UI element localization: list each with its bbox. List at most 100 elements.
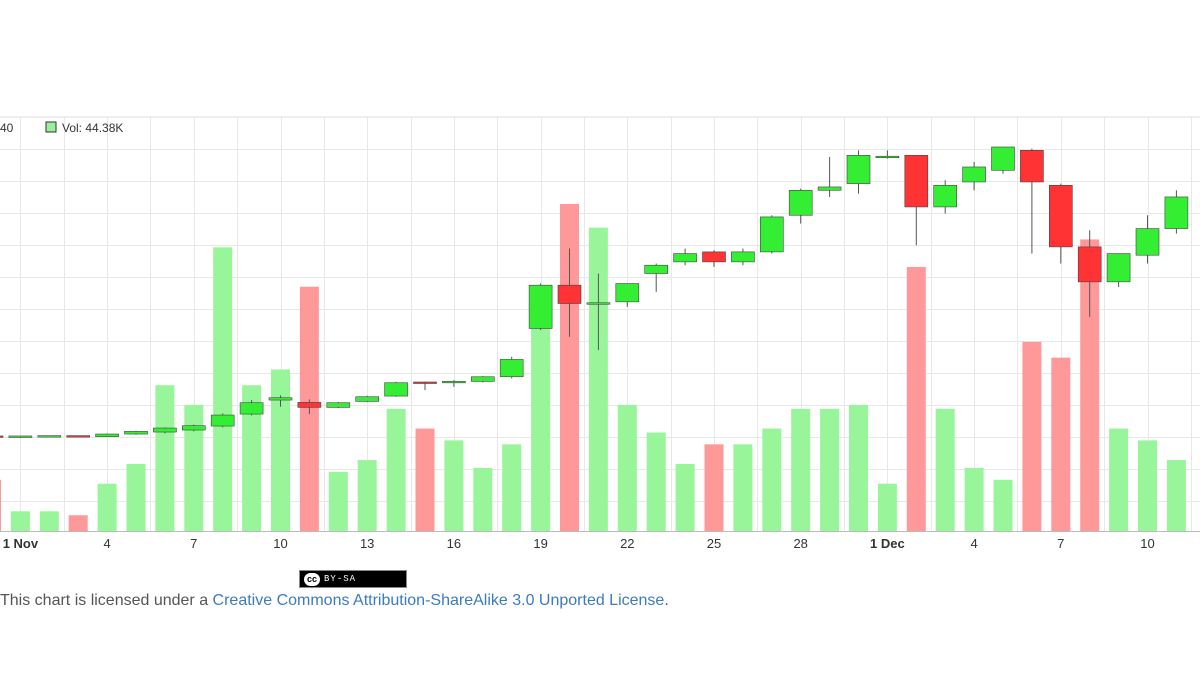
candle-body (586, 302, 611, 305)
x-tick-label: 16 (447, 536, 461, 551)
candle-body (0, 435, 4, 438)
legend: 40 Vol: 44.38K (0, 121, 123, 135)
volume-bar (68, 515, 88, 531)
volume-bar (126, 464, 146, 531)
volume-bars (0, 203, 1186, 532)
candle (210, 413, 235, 428)
volume-bar (1138, 440, 1157, 531)
x-tick-label: 10 (1140, 536, 1154, 551)
volume-legend-label: Vol: 44.38K (62, 121, 123, 135)
volume-bar (0, 479, 1, 531)
candle (615, 283, 640, 307)
candle-body (182, 425, 206, 431)
candle-body (991, 146, 1015, 171)
x-axis: 1 Nov 4 7 10 13 16 19 22 25 28 1 Dec 4 7 10 (0, 531, 1200, 551)
candle (702, 250, 726, 267)
license-suffix: . (664, 592, 669, 609)
license-link[interactable]: Creative Commons Attribution-ShareAlike … (213, 592, 665, 609)
candle (66, 435, 90, 438)
x-tick-label: 25 (707, 536, 721, 551)
candle-body (557, 284, 582, 304)
volume-bar (328, 471, 348, 531)
volume-bar (877, 483, 897, 531)
candle (528, 283, 553, 331)
candle-body (817, 186, 842, 191)
volume-bar (762, 428, 782, 531)
candle-body (442, 381, 466, 384)
candle (1020, 148, 1044, 254)
candle (788, 188, 813, 224)
candle-body (355, 396, 380, 402)
candle (0, 435, 4, 438)
candle-body (95, 433, 119, 438)
candle-body (644, 264, 669, 274)
candle-body (499, 359, 524, 378)
x-tick-label: 10 (273, 536, 287, 551)
candle (817, 156, 842, 197)
candle-body (268, 397, 293, 401)
cc-badge-text: BY-SA (324, 574, 357, 584)
candle (37, 435, 62, 438)
candle (1106, 253, 1131, 287)
volume-bar (849, 404, 868, 531)
volume-bar (733, 444, 753, 531)
candle-body (8, 435, 33, 438)
candle-body (384, 382, 408, 397)
license-prefix: This chart is licensed under a (0, 592, 213, 609)
candle (875, 150, 900, 159)
volume-bar (357, 460, 377, 531)
candle-body (904, 155, 929, 208)
candle-body (788, 189, 813, 216)
candle-body (413, 381, 437, 384)
x-tick-label: 28 (793, 536, 807, 551)
candle (962, 161, 986, 191)
candle (355, 395, 380, 403)
volume-bar (1022, 341, 1042, 531)
legend-clipped-value: 40 (0, 121, 14, 135)
candle (499, 356, 524, 379)
volume-legend-swatch (45, 121, 57, 133)
volume-bar (617, 404, 637, 531)
cc-by-sa-badge[interactable]: cc BY-SA (299, 570, 407, 588)
volume-bar (588, 227, 608, 531)
candle-body (37, 435, 62, 438)
candle-body (326, 402, 351, 408)
volume-bar (10, 511, 30, 531)
candle-body (1020, 150, 1044, 183)
candle-body (1077, 246, 1102, 283)
volume-bar (675, 464, 695, 531)
volume-bar (502, 444, 522, 531)
candlestick-chart: 1 Nov 4 7 10 13 16 19 22 25 28 1 Dec 4 7 10 40 Vol: 4… (0, 116, 1200, 551)
candle-body (673, 253, 697, 263)
volume-bar (820, 408, 840, 531)
volume-bar (184, 404, 204, 531)
candle-body (1135, 228, 1160, 256)
volume-bar (155, 385, 175, 531)
candle-body (210, 414, 235, 427)
volume-bar (964, 467, 984, 531)
x-tick-label: 22 (620, 536, 634, 551)
candle-body (1164, 196, 1189, 229)
candle (384, 381, 408, 397)
candle (933, 180, 958, 214)
candle-body (124, 431, 148, 435)
volume-bar (473, 467, 493, 531)
candle-body (1049, 184, 1073, 248)
candle (731, 248, 755, 266)
volume-bar (646, 432, 666, 531)
candle-body (153, 427, 177, 433)
volume-bar (993, 479, 1013, 531)
volume-bar (1051, 357, 1071, 531)
volume-bar (415, 428, 435, 531)
x-tick-label: 4 (103, 536, 110, 551)
candle-body (933, 184, 958, 208)
license-notice: This chart is licensed under a Creative … (0, 592, 669, 610)
candle (1135, 215, 1160, 264)
x-tick-label: 7 (1057, 536, 1064, 551)
candle-body (1106, 253, 1131, 283)
candle (673, 248, 697, 266)
x-tick-label: 13 (360, 536, 374, 551)
volume-bar (271, 369, 290, 531)
volume-bar (1166, 460, 1186, 531)
candle-body (702, 251, 726, 263)
